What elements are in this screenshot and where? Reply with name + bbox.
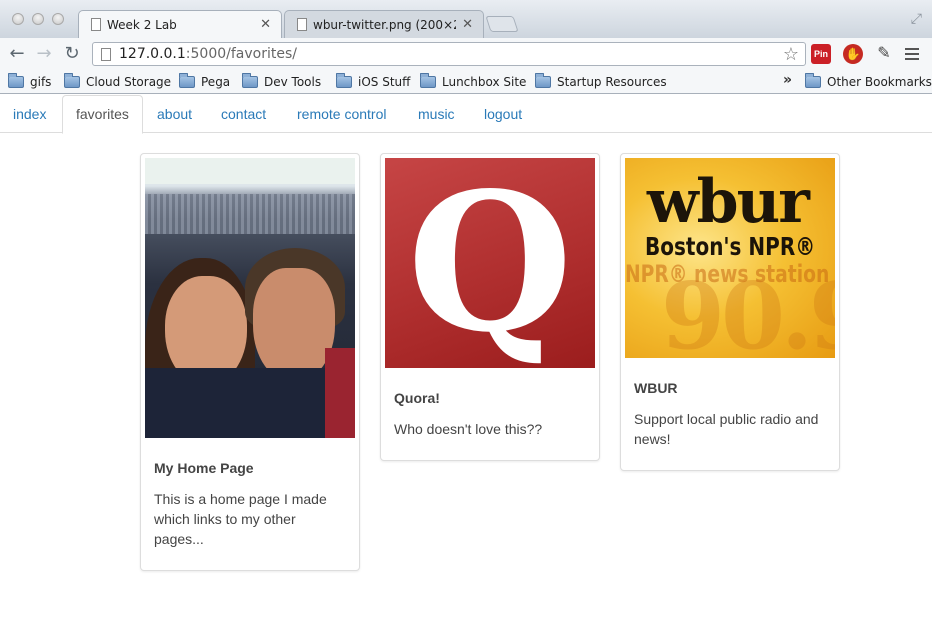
card-title[interactable]: My Home Page	[154, 460, 355, 476]
close-tab-icon[interactable]: ✕	[260, 17, 271, 32]
url-host: 127.0.0.1	[119, 46, 186, 62]
quora-q-icon: Q	[407, 164, 573, 364]
forward-arrow-icon[interactable]: →	[34, 43, 54, 65]
tool-extension-icon[interactable]: ✎	[874, 44, 894, 64]
folder-icon	[336, 73, 352, 88]
new-tab-button[interactable]	[485, 16, 519, 32]
wbur-tagline-text: Boston's NPR®	[645, 232, 816, 261]
menu-icon[interactable]	[905, 48, 919, 63]
favorite-card-quora[interactable]: Q Quora! Who doesn't love this??	[380, 153, 600, 461]
home-page-photo[interactable]	[145, 158, 355, 438]
bookmarks-bar: gifs Cloud Storage Pega Dev Tools iOS St…	[0, 70, 932, 94]
bookmark-folder[interactable]: iOS Stuff	[336, 73, 410, 91]
page-icon	[297, 18, 307, 31]
card-title[interactable]: Quora!	[394, 390, 595, 406]
tab-title: wbur-twitter.png (200×200)	[313, 17, 456, 32]
bookmark-label: Other Bookmarks	[827, 75, 932, 89]
browser-toolbar: ← → ↻ 127.0.0.1:5000/favorites/ ☆ Pin ✋ …	[0, 38, 932, 70]
folder-icon	[242, 73, 258, 88]
svg-text:Q: Q	[407, 164, 573, 364]
bookmark-folder[interactable]: Dev Tools	[242, 73, 321, 91]
browser-titlebar: Week 2 Lab ✕ wbur-twitter.png (200×200) …	[0, 0, 932, 38]
bookmark-label: Dev Tools	[264, 75, 322, 89]
card-description: This is a home page I made which links t…	[154, 491, 327, 547]
adblock-extension-icon[interactable]: ✋	[843, 44, 863, 64]
bookmark-folder[interactable]: Pega	[179, 73, 230, 91]
bookmark-label: Startup Resources	[557, 75, 667, 89]
tab-favorites[interactable]: favorites	[62, 95, 143, 134]
bookmark-folder[interactable]: Cloud Storage	[64, 73, 171, 91]
back-arrow-icon[interactable]: ←	[7, 43, 27, 65]
page-icon	[91, 18, 101, 31]
bookmark-label: Lunchbox Site	[442, 75, 527, 89]
url-path: :5000/favorites/	[185, 46, 297, 62]
favorite-card-wbur[interactable]: 90.9 NPR® news station wbur Boston's NPR…	[620, 153, 840, 471]
tab-remote-control[interactable]: remote control	[284, 95, 399, 133]
favorite-card-home-page[interactable]: My Home Page This is a home page I made …	[140, 153, 360, 571]
bookmark-folder[interactable]: Startup Resources	[535, 73, 667, 91]
tab-logout[interactable]: logout	[471, 95, 535, 133]
tab-about[interactable]: about	[144, 95, 205, 133]
folder-icon	[805, 73, 821, 88]
folder-icon	[420, 73, 436, 88]
folder-icon	[535, 73, 551, 88]
wbur-station-text: NPR® news station	[625, 260, 830, 288]
zoom-window-icon[interactable]	[52, 13, 64, 25]
quora-logo-image[interactable]: Q	[385, 158, 595, 368]
minimize-window-icon[interactable]	[32, 13, 44, 25]
tab-title: Week 2 Lab	[107, 17, 177, 32]
reload-icon[interactable]: ↻	[62, 43, 82, 65]
close-window-icon[interactable]	[12, 13, 24, 25]
page-icon	[101, 48, 111, 61]
browser-tab-active[interactable]: Week 2 Lab ✕	[78, 10, 282, 38]
folder-icon	[8, 73, 24, 88]
bookmarks-overflow-icon[interactable]: »	[783, 72, 792, 88]
card-description: Support local public radio and news!	[634, 411, 819, 447]
bookmark-label: iOS Stuff	[358, 75, 411, 89]
folder-icon	[179, 73, 195, 88]
bookmark-folder[interactable]: gifs	[8, 73, 51, 91]
folder-icon	[64, 73, 80, 88]
bookmark-label: gifs	[30, 75, 52, 89]
browser-tab[interactable]: wbur-twitter.png (200×200) ✕	[284, 10, 484, 38]
bookmark-star-icon[interactable]: ☆	[783, 44, 799, 65]
bookmark-folder[interactable]: Lunchbox Site	[420, 73, 526, 91]
address-bar[interactable]: 127.0.0.1:5000/favorites/ ☆	[92, 42, 806, 66]
close-tab-icon[interactable]: ✕	[462, 17, 473, 32]
bookmark-label: Pega	[201, 75, 231, 89]
pinterest-extension-icon[interactable]: Pin	[811, 44, 831, 64]
card-description: Who doesn't love this??	[394, 421, 543, 437]
other-bookmarks-folder[interactable]: Other Bookmarks	[805, 73, 932, 91]
card-title[interactable]: WBUR	[634, 380, 835, 396]
wbur-logo-image[interactable]: 90.9 NPR® news station wbur Boston's NPR…	[625, 158, 835, 358]
site-nav-tabs: index favorites about contact remote con…	[0, 95, 932, 134]
bookmark-label: Cloud Storage	[86, 75, 172, 89]
tab-index[interactable]: index	[0, 95, 59, 133]
wbur-logo-text: wbur	[647, 167, 810, 237]
tab-contact[interactable]: contact	[208, 95, 279, 133]
tab-music[interactable]: music	[405, 95, 468, 133]
fullscreen-icon[interactable]: ⤢	[911, 10, 922, 27]
